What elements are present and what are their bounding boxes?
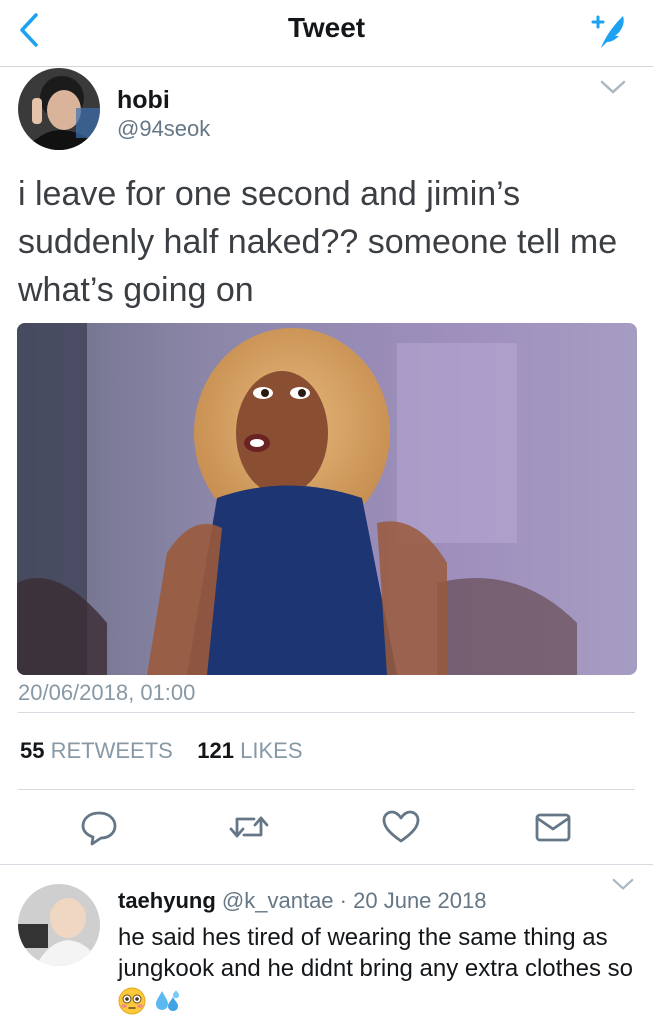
divider [0, 864, 653, 865]
reply-avatar-image [18, 884, 100, 966]
reply-author-handle[interactable]: @k_vantae [222, 888, 334, 913]
retweet-icon[interactable] [228, 808, 270, 846]
likes-count: 121 [197, 738, 235, 763]
reply-header: taehyung @k_vantae · 20 June 2018 [118, 888, 486, 914]
retweets-count: 55 [20, 738, 45, 763]
tweet-stats: 55 RETWEETS 121 LIKES [20, 738, 303, 764]
reply-date: 20 June 2018 [353, 888, 487, 913]
envelope-icon[interactable] [532, 808, 574, 846]
reply-avatar[interactable] [18, 884, 100, 966]
retweets-label: RETWEETS [50, 738, 173, 763]
reply-author-name[interactable]: taehyung [118, 888, 216, 913]
heart-icon[interactable] [380, 808, 422, 846]
tweet-text: i leave for one second and jimin’s sudde… [18, 175, 618, 309]
tweet-media[interactable] [17, 323, 637, 675]
reply-text: he said hes tired of wearing the same th… [118, 924, 634, 982]
page-title: Tweet [287, 12, 366, 43]
retweets-stat[interactable]: 55 RETWEETS [20, 738, 173, 763]
likes-stat[interactable]: 121 LIKES [197, 738, 302, 763]
separator-dot: · [339, 888, 347, 913]
avatar-image [18, 68, 100, 150]
likes-label: LIKES [240, 738, 303, 763]
reply-icon[interactable] [78, 808, 120, 846]
reaction-gif-image [17, 323, 637, 675]
chevron-down-icon[interactable] [600, 80, 626, 96]
divider [18, 712, 635, 713]
author-handle[interactable]: @94seok [117, 116, 210, 142]
compose-tweet-icon[interactable] [587, 8, 631, 52]
sweat-droplets-emoji [155, 989, 179, 1011]
flushed-face-emoji [118, 987, 146, 1015]
chevron-down-icon[interactable] [612, 878, 634, 892]
reply-text-block: he said hes tired of wearing the same th… [118, 922, 638, 1015]
avatar[interactable] [18, 68, 100, 150]
tweet-timestamp: 20/06/2018, 01:00 [18, 680, 196, 705]
top-nav-bar: Tweet [0, 0, 653, 67]
author-name[interactable]: hobi [117, 86, 170, 115]
divider [18, 789, 635, 790]
